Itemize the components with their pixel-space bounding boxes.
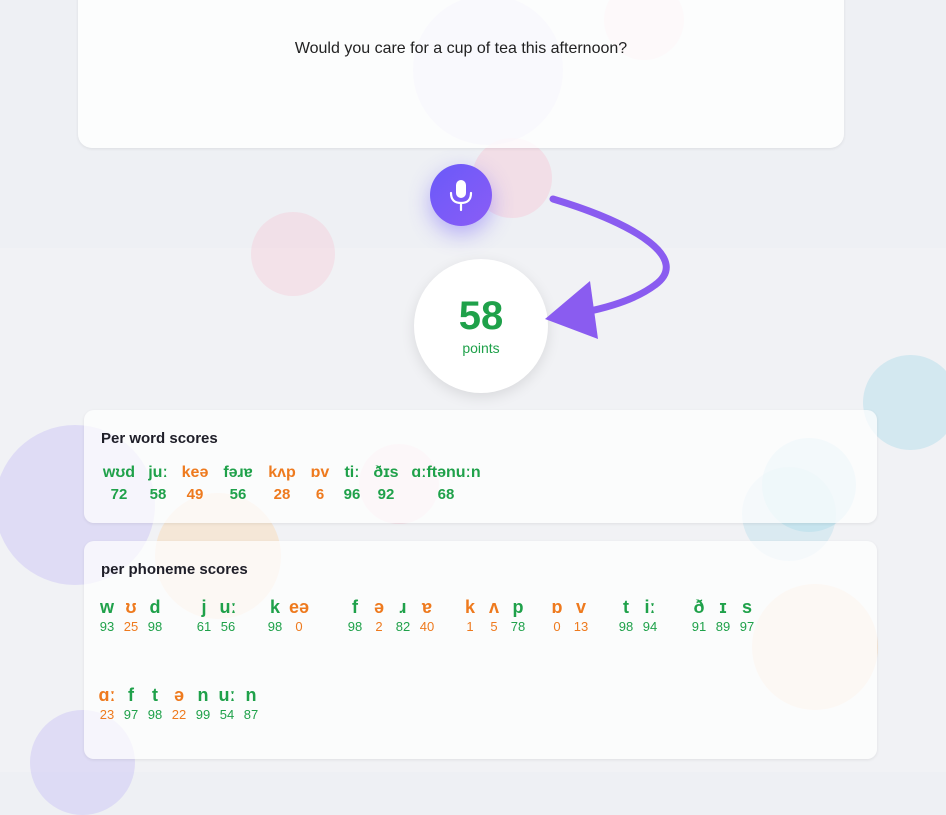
phoneme-symbol: w: [99, 597, 114, 617]
phoneme-score-item: ɒ0: [546, 597, 568, 634]
phoneme-score-item: eə 0: [288, 597, 310, 634]
phoneme-score-value: 78: [510, 619, 526, 634]
phoneme-symbol: v: [575, 597, 586, 617]
phoneme-score-item: n 87: [240, 685, 262, 722]
phoneme-score-item: ʊ 25: [120, 597, 142, 634]
phoneme-scores-title: per phoneme scores: [101, 561, 248, 578]
phoneme-symbol: d: [149, 597, 161, 617]
phoneme-score-value: 13: [573, 619, 589, 634]
phoneme-score-value: 98: [267, 619, 283, 634]
phoneme-score-value: 40: [419, 619, 435, 634]
phoneme-score-item: t 98: [144, 685, 166, 722]
phoneme-score-item: uː 56: [217, 597, 239, 634]
phoneme-score-value: 98: [147, 707, 163, 722]
phoneme-score-item: ð 91: [688, 597, 710, 634]
phoneme-score-item: v 13: [570, 597, 592, 634]
phoneme-score-item: s 97: [736, 597, 758, 634]
phoneme-symbol: ɹ: [399, 597, 407, 617]
phoneme-score-item: ɑː 23: [96, 685, 118, 722]
phoneme-score-value: 23: [99, 707, 115, 722]
phoneme-symbol: k: [464, 597, 475, 617]
phoneme-symbol: ð: [693, 597, 705, 617]
phoneme-score-item: ɐ 40: [416, 597, 438, 634]
phoneme-symbol: ɐ: [421, 597, 432, 617]
phoneme-score-value: 87: [243, 707, 259, 722]
phoneme-score-value: 54: [219, 707, 235, 722]
word-scores-card: Per word scores wʊd 72 juː 58 keə 49 fəɹɐ 56 kʌp…: [84, 410, 877, 523]
phoneme-score-item: k1: [459, 597, 481, 634]
phoneme-symbol: ə: [373, 597, 384, 617]
word-scores-title: Per word scores: [101, 430, 218, 447]
phoneme-symbol: k: [269, 597, 280, 617]
phoneme-score-value: 97: [739, 619, 755, 634]
phoneme-score-item: ə 22: [168, 685, 190, 722]
phoneme-symbol: ɪ: [719, 597, 727, 617]
phoneme-score-item: ə2: [368, 597, 390, 634]
phoneme-score-value: 0: [295, 619, 303, 634]
phoneme-symbol: n: [197, 685, 209, 705]
phoneme-score-value: 93: [99, 619, 115, 634]
phoneme-score-value: 97: [123, 707, 139, 722]
phoneme-score-value: 98: [618, 619, 634, 634]
phoneme-symbol: ʊ: [125, 597, 137, 617]
phoneme-score-item: f 97: [120, 685, 142, 722]
phoneme-symbol: t: [152, 685, 158, 705]
phoneme-symbol: eə: [288, 597, 310, 617]
word-ipa: ɑːftənuːn: [411, 464, 481, 481]
phoneme-score-item: d 98: [144, 597, 166, 634]
phoneme-score-item: uː 54: [216, 685, 238, 722]
phoneme-score-value: 98: [347, 619, 363, 634]
phoneme-score-item: ʌ5: [483, 597, 505, 634]
phoneme-symbol: s: [741, 597, 752, 617]
phoneme-score-value: 98: [147, 619, 163, 634]
phoneme-score-value: 89: [715, 619, 731, 634]
phoneme-symbol: iː: [644, 597, 656, 617]
phoneme-score-value: 82: [395, 619, 411, 634]
phoneme-score-item: w 93: [96, 597, 118, 634]
phoneme-score-value: 99: [195, 707, 211, 722]
phoneme-score-value: 22: [171, 707, 187, 722]
word-score-item: ɑːftənuːn 68: [396, 464, 496, 503]
phoneme-score-value: 2: [375, 619, 383, 634]
phoneme-score-value: 91: [691, 619, 707, 634]
phoneme-symbol: j: [201, 597, 207, 617]
phoneme-score-item: ɪ 89: [712, 597, 734, 634]
phoneme-score-value: 25: [123, 619, 139, 634]
phoneme-score-item: ɹ 82: [392, 597, 414, 634]
phoneme-symbol: f: [128, 685, 134, 705]
phoneme-symbol: n: [245, 685, 257, 705]
phoneme-score-item: f 98: [344, 597, 366, 634]
phoneme-score-item: n 99: [192, 685, 214, 722]
phoneme-score-item: j 61: [193, 597, 215, 634]
phoneme-symbol: p: [512, 597, 524, 617]
phoneme-score-value: 94: [642, 619, 658, 634]
phoneme-symbol: f: [352, 597, 358, 617]
phoneme-score-item: k 98: [264, 597, 286, 634]
phoneme-scores-card: per phoneme scores w 93 ʊ 25 d 98 j 61 uː 56 k 98 eə…: [84, 541, 877, 759]
phoneme-score-item: t 98: [615, 597, 637, 634]
phoneme-score-item: iː 94: [639, 597, 661, 634]
phoneme-score-item: p 78: [507, 597, 529, 634]
phoneme-symbol: ɑː: [98, 685, 116, 705]
phoneme-symbol: t: [623, 597, 629, 617]
phoneme-score-value: 1: [466, 619, 474, 634]
phoneme-symbol: uː: [218, 685, 236, 705]
phoneme-symbol: ə: [173, 685, 184, 705]
phoneme-score-value: 0: [553, 619, 561, 634]
phoneme-score-value: 61: [196, 619, 212, 634]
phoneme-score-value: 56: [220, 619, 236, 634]
phoneme-score-value: 5: [490, 619, 498, 634]
phoneme-symbol: uː: [219, 597, 237, 617]
phoneme-symbol: ɒ: [551, 597, 563, 617]
phoneme-symbol: ʌ: [488, 597, 499, 617]
word-score-value: 68: [437, 486, 455, 503]
